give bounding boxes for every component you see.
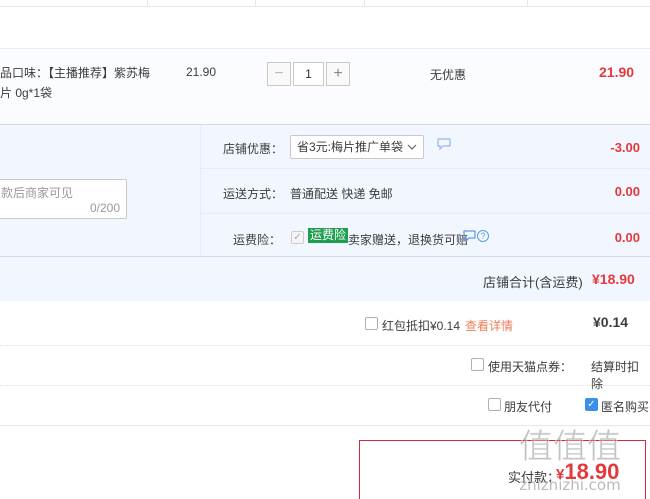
item-discount: 无优惠 (430, 68, 467, 82)
buyer-message-field[interactable]: 款后商家可见 0/200 (0, 179, 127, 219)
header-divider (255, 0, 256, 7)
hongbao-value: ¥0.14 (593, 314, 629, 330)
tmall-points-row: 使用天猫点券： 结算时扣除 (0, 346, 650, 391)
payment-amount: ¥18.90 (556, 459, 619, 485)
order-item-row: 品口味：【主播推荐】紫苏梅片 0g*1袋 21.90 − 1 + 无优惠 21.… (0, 48, 650, 124)
tmall-points-checkbox[interactable] (471, 358, 484, 371)
help-icon[interactable]: ? (477, 230, 489, 242)
item-subtotal: 21.90 (599, 64, 635, 80)
shop-total-label: 店铺合计(含运费) (483, 275, 583, 290)
insurance-description: 卖家赠送，退换货可赔 (348, 233, 469, 247)
chat-bubble-icon[interactable] (463, 230, 476, 245)
shipping-insurance-label: 运费险： (233, 233, 282, 247)
shop-coupon-label: 店铺优惠： (223, 142, 284, 156)
item-unit-price: 21.90 (186, 65, 217, 79)
payment-value: 18.90 (564, 459, 620, 484)
shipping-method-label: 运送方式： (223, 187, 284, 201)
buyer-message-placeholder: 款后商家可见 (1, 186, 74, 200)
hongbao-checkbox[interactable] (365, 317, 378, 330)
shop-total-value: ¥18.90 (592, 271, 635, 287)
anonymous-label: 匿名购买 (601, 400, 650, 414)
shipping-method-value: 普通配送 快递 免邮 (290, 187, 393, 201)
payment-summary-box: 实付款： ¥18.90 (359, 440, 646, 499)
shipping-method-row: 运送方式： 普通配送 快递 免邮 0.00 (201, 169, 650, 214)
shop-coupon-amount: -3.00 (610, 140, 640, 155)
insurance-amount: 0.00 (614, 230, 640, 245)
hongbao-row: 红包抵扣¥0.14 查看详情 ¥0.14 (0, 301, 650, 346)
shop-total-row: 店铺合计(含运费) ¥18.90 (0, 256, 650, 302)
quantity-minus-button[interactable]: − (267, 62, 291, 86)
item-name[interactable]: 品口味：【主播推荐】紫苏梅片 0g*1袋 (0, 63, 160, 103)
payment-label: 实付款： (508, 470, 561, 485)
chat-bubble-icon[interactable] (437, 138, 451, 153)
shop-coupon-select[interactable]: 省3元:梅片推广单袋 (290, 135, 424, 159)
shop-summary-block: 款后商家可见 0/200 店铺优惠： 省3元:梅片推广单袋 -3.00 运送方式… (0, 124, 650, 301)
quantity-plus-button[interactable]: + (326, 62, 350, 86)
quantity-input[interactable]: 1 (293, 62, 324, 86)
header-divider (147, 0, 148, 7)
shop-coupon-selected: 省3元:梅片推广单袋 (297, 140, 404, 154)
insurance-checkbox: ✓ (291, 231, 304, 244)
insurance-tag: 运费险 (308, 228, 349, 243)
shop-options-panel: 店铺优惠： 省3元:梅片推广单袋 -3.00 运送方式： 普通配送 快递 免邮 … (200, 125, 650, 256)
friend-pay-checkbox[interactable] (488, 398, 501, 411)
shipping-insurance-row: 运费险： ✓ 运费险 卖家赠送，退换货可赔 ? 0.00 (201, 214, 650, 256)
chevron-down-icon (407, 136, 417, 165)
header-divider (364, 0, 365, 7)
shipping-amount: 0.00 (614, 184, 640, 199)
purchase-options-row: 朋友代付 ✓ 匿名购买 (0, 386, 650, 426)
table-header (0, 0, 650, 7)
shop-coupon-row: 店铺优惠： 省3元:梅片推广单袋 -3.00 (201, 125, 650, 169)
hongbao-details-link[interactable]: 查看详情 (465, 317, 513, 334)
friend-pay-label: 朋友代付 (504, 400, 553, 414)
tmall-points-label: 使用天猫点券： (488, 360, 573, 374)
buyer-message-counter: 0/200 (89, 201, 120, 215)
quantity-stepper: − 1 + (267, 62, 350, 86)
hongbao-label: 红包抵扣¥0.14 (382, 319, 461, 333)
header-divider (527, 0, 528, 7)
anonymous-checkbox[interactable]: ✓ (585, 398, 598, 411)
